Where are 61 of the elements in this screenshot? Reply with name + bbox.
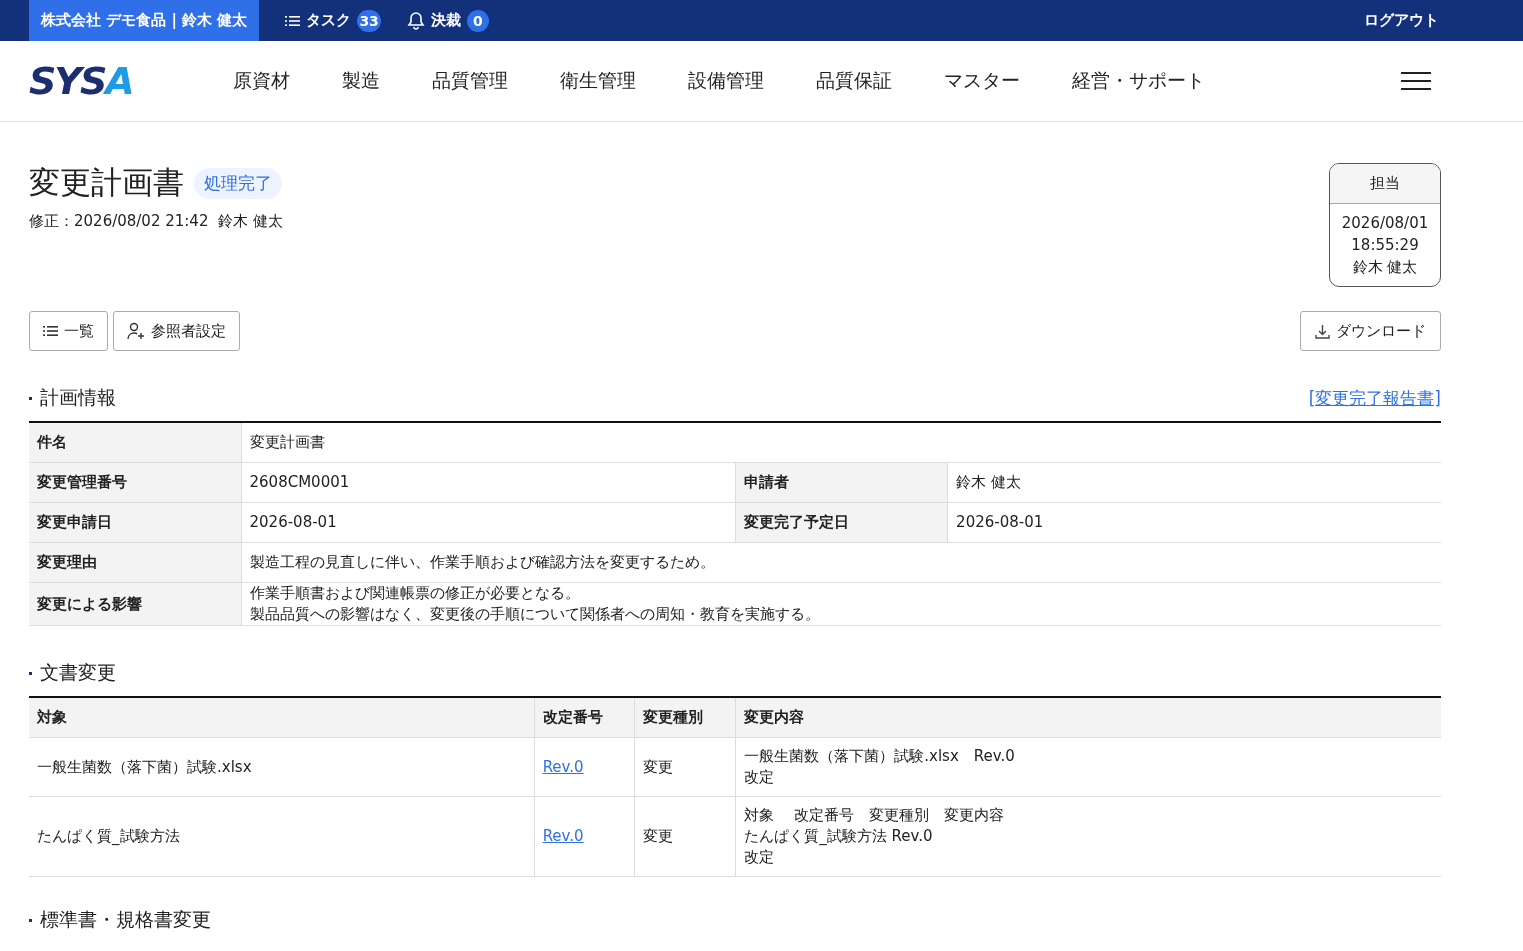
nav-item[interactable]: 衛生管理 (559, 68, 636, 94)
table-cell: 一般生菌数（落下菌）試験.xlsx Rev.0 改定 (735, 737, 1441, 797)
nav-item[interactable]: マスター (943, 68, 1020, 94)
field-value: 鈴木 健太 (947, 462, 1441, 503)
field-label: 変更管理番号 (29, 462, 242, 503)
field-label: 変更申請日 (29, 502, 242, 543)
count-badge: 0 (466, 9, 489, 32)
field-value: 作業手順書および関連帳票の修正が必要となる。 製品品質への影響はなく、変更後の手順について関係者への周知・教育を実施する。 (241, 582, 1441, 626)
field-label: 変更完了予定日 (735, 502, 948, 543)
report-link[interactable]: [変更完了報告書] (1308, 386, 1441, 410)
download-button[interactable]: ダウンロード (1300, 311, 1441, 351)
nav-item[interactable]: 設備管理 (687, 68, 764, 94)
field-label: 件名 (29, 422, 242, 463)
page-title: 変更計画書 (29, 163, 184, 202)
viewer-settings-button[interactable]: 参照者設定 (113, 311, 240, 351)
field-label: 変更理由 (29, 542, 242, 583)
user-add-icon (127, 322, 145, 340)
logout-link[interactable]: ログアウト (1364, 11, 1439, 30)
field-value: 製造工程の見直しに伴い、作業手順および確認方法を変更するため。 (241, 542, 1441, 583)
revision-link[interactable]: Rev.0 (542, 757, 584, 776)
header-link[interactable]: タスク 33 (285, 9, 381, 32)
list-icon (43, 325, 58, 337)
nav-item[interactable]: 原資材 (232, 68, 290, 94)
field-label: 変更による影響 (29, 582, 242, 626)
table-cell: 変更 (635, 737, 736, 797)
logo[interactable]: SYSA (29, 59, 133, 103)
section-title: 文書変更 (40, 660, 116, 685)
section-title: 標準書・規格書変更 (40, 907, 211, 932)
list-button[interactable]: 一覧 (29, 311, 108, 351)
assignee-line: 2026/08/01 (1340, 213, 1430, 234)
table-cell: 変更 (635, 796, 736, 877)
count-badge: 33 (357, 9, 381, 32)
column-header: 改定番号 (534, 697, 635, 738)
assignee-line: 18:55:29 (1350, 235, 1420, 256)
company-user-label: 株式会社 デモ食品 | 鈴木 健太 (29, 0, 260, 41)
nav-item[interactable]: 製造 (341, 68, 380, 94)
list-icon (285, 14, 301, 27)
modified-info: 修正：2026/08/02 21:42 鈴木 健太 (29, 212, 283, 231)
table-cell: たんぱく質_試験方法 (29, 796, 535, 877)
assignee-header: 担当 (1330, 164, 1440, 204)
field-value: 2026-08-01 (947, 502, 1441, 543)
field-value: 2026-08-01 (241, 502, 736, 543)
nav-item[interactable]: 経営・サポート (1071, 68, 1205, 94)
section-title: 計画情報 (40, 385, 116, 410)
column-header: 変更内容 (735, 697, 1441, 738)
nav-item[interactable]: 品質保証 (815, 68, 892, 94)
assignee-line: 鈴木 健太 (1351, 257, 1419, 278)
table-cell: 対象 改定番号 変更種別 変更内容 たんぱく質_試験方法 Rev.0 改定 (735, 796, 1441, 877)
field-value: 2608CM0001 (241, 462, 736, 503)
header-link[interactable]: 決裁 0 (406, 9, 489, 32)
column-header: 変更種別 (635, 697, 736, 738)
revision-link[interactable]: Rev.0 (542, 827, 584, 845)
menu-icon[interactable] (1401, 71, 1431, 91)
download-icon (1315, 323, 1330, 339)
field-value: 変更計画書 (241, 422, 1441, 463)
status-badge: 処理完了 (194, 167, 282, 199)
nav-item[interactable]: 品質管理 (431, 68, 508, 94)
column-header: 対象 (29, 697, 535, 738)
table-cell: 一般生菌数（落下菌）試験.xlsx (29, 737, 535, 797)
bell-icon (406, 11, 425, 30)
field-label: 申請者 (735, 462, 948, 503)
